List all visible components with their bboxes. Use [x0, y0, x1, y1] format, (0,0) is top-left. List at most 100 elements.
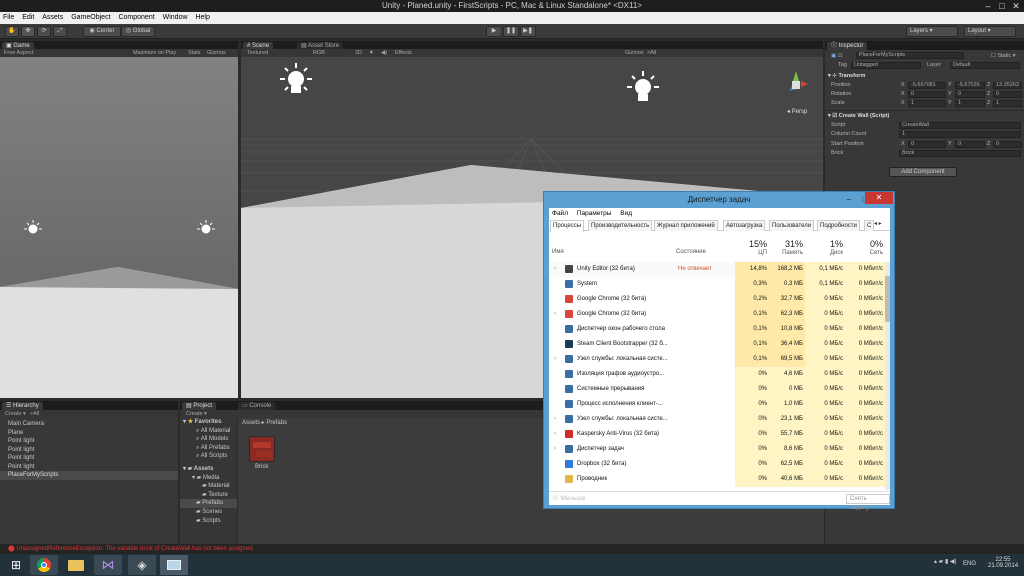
expand-chevron-icon[interactable]: ›: [554, 412, 562, 427]
folder-item[interactable]: ▰ Scenes: [180, 508, 237, 517]
render-mode-dropdown[interactable]: Textured: [247, 49, 268, 57]
maximize-button[interactable]: □: [996, 0, 1008, 12]
stats-toggle[interactable]: Stats: [188, 49, 201, 57]
global-button[interactable]: ◎ Global: [121, 26, 155, 37]
fav-item[interactable]: ⌕ All Prefabs: [180, 444, 237, 453]
expand-chevron-icon[interactable]: [554, 322, 562, 337]
rotation-z-field[interactable]: 0: [993, 91, 1022, 98]
tab-app-history[interactable]: Журнал приложений: [654, 220, 718, 231]
menu-component[interactable]: Component: [115, 12, 157, 24]
hierarchy-create-dropdown[interactable]: Create ▾: [5, 410, 26, 418]
scale-x-field[interactable]: 1: [908, 100, 946, 107]
start-y-field[interactable]: 0: [955, 141, 985, 148]
brick-field[interactable]: Brick: [899, 150, 1021, 157]
menu-help[interactable]: Help: [192, 12, 212, 24]
game-view[interactable]: [0, 57, 238, 398]
expand-chevron-icon[interactable]: [554, 367, 562, 382]
process-row[interactable]: Steam Client Bootstrapper (32 б... 0,1% 36…: [549, 337, 885, 352]
fewer-details-button[interactable]: ⓐ Меньше: [552, 492, 585, 506]
project-create-dropdown[interactable]: Create ▾: [186, 410, 207, 418]
start-z-field[interactable]: 0: [993, 141, 1022, 148]
process-row[interactable]: Процесс исполнения клиент-... 0% 1,0 МБ 0 М…: [549, 397, 885, 412]
expand-chevron-icon[interactable]: ›: [554, 307, 562, 322]
list-item[interactable]: Point light: [8, 437, 44, 446]
clock[interactable]: 22:55 21.09.2014: [988, 557, 1018, 569]
list-item-selected[interactable]: PlaceForMyScripts: [0, 471, 178, 480]
expand-chevron-icon[interactable]: ›: [554, 442, 562, 457]
process-row[interactable]: › Google Chrome (32 бита) 0,1% 62,3 МБ 0 МБ/…: [549, 307, 885, 322]
tm-menu-options[interactable]: Параметры: [577, 210, 612, 217]
tm-menu-file[interactable]: Файл: [552, 210, 568, 217]
lighting-toggle-icon[interactable]: ✷: [369, 49, 374, 57]
process-row[interactable]: Изоляция графов аудиоустро... 0% 4,6 МБ 0 М…: [549, 367, 885, 382]
tm-close-button[interactable]: ✕: [865, 192, 893, 204]
rotate-tool-icon[interactable]: ⟳: [37, 26, 51, 37]
menu-window[interactable]: Window: [160, 12, 191, 24]
fav-item[interactable]: ⌕ All Scripts: [180, 452, 237, 461]
tab-project[interactable]: ▤ Project: [182, 402, 217, 410]
tab-processes[interactable]: Процессы: [550, 220, 585, 232]
tab-scroll-arrows[interactable]: ◂ ▸: [874, 220, 890, 231]
console-status-bar[interactable]: ⬤ UnassignedReferenceException: The vari…: [0, 544, 1024, 554]
tab-console[interactable]: ▭ Console: [238, 402, 276, 410]
close-button[interactable]: ✕: [1010, 0, 1022, 12]
tab-inspector[interactable]: ⓘ Inspector: [827, 42, 868, 50]
expand-chevron-icon[interactable]: [554, 472, 562, 487]
scale-tool-icon[interactable]: ⤢: [53, 26, 67, 37]
maximize-on-play-toggle[interactable]: Maximize on Play: [133, 49, 176, 57]
process-row[interactable]: › Диспетчер задач 0% 8,6 МБ 0 МБ/с 0 Мбит/с: [549, 442, 885, 457]
hand-tool-icon[interactable]: ✋: [5, 26, 19, 37]
process-row[interactable]: Системные прерывания 0% 0 МБ 0 МБ/с 0 Мбит/с: [549, 382, 885, 397]
expand-chevron-icon[interactable]: ›: [554, 262, 562, 277]
hierarchy-search-input[interactable]: ⌕All: [30, 410, 39, 418]
layers-dropdown[interactable]: Layers ▾: [906, 26, 958, 37]
layer-dropdown[interactable]: Default: [950, 62, 1020, 69]
menu-edit[interactable]: Edit: [19, 12, 37, 24]
column-count-field[interactable]: 1: [899, 131, 1021, 138]
active-checkbox[interactable]: ☑: [838, 53, 843, 59]
tab-performance[interactable]: Производительность: [588, 220, 653, 231]
aspect-dropdown[interactable]: Free Aspect: [4, 49, 33, 57]
tm-menu-view[interactable]: Вид: [620, 210, 632, 217]
scene-gizmos-dropdown[interactable]: Gizmos: [625, 49, 644, 57]
col-name-header[interactable]: Имя: [552, 232, 662, 260]
layout-dropdown[interactable]: Layout ▾: [964, 26, 1016, 37]
fav-item[interactable]: ⌕ All Material: [180, 427, 237, 436]
menu-file[interactable]: File: [0, 12, 17, 24]
folder-item[interactable]: ▰ Material: [180, 482, 237, 491]
tab-startup[interactable]: Автозагрузка: [723, 220, 766, 231]
rotation-y-field[interactable]: 0: [955, 91, 985, 98]
move-tool-icon[interactable]: ✥: [21, 26, 35, 37]
menu-gameobject[interactable]: GameObject: [68, 12, 113, 24]
pause-icon[interactable]: ❚❚: [503, 26, 519, 37]
favorites-header[interactable]: ▾ ★ Favorites: [180, 418, 237, 427]
windows-start-icon[interactable]: ⊞: [2, 555, 30, 575]
process-list-scrollbar[interactable]: [885, 262, 890, 490]
expand-chevron-icon[interactable]: [554, 337, 562, 352]
scene-search-input[interactable]: ⌕All: [647, 49, 656, 57]
end-task-button[interactable]: Снять задачу: [846, 494, 890, 511]
position-z-field[interactable]: 13.35263: [993, 82, 1022, 89]
unity-icon[interactable]: ◈: [128, 555, 156, 575]
list-item[interactable]: Main Camera: [8, 420, 44, 429]
list-item[interactable]: Point light: [8, 454, 44, 463]
position-y-field[interactable]: -5.67026: [955, 82, 985, 89]
tray-icons[interactable]: ▴ ▰ ▮ ◀): [934, 558, 957, 565]
persp-label[interactable]: ◂ Persp: [787, 108, 807, 115]
play-icon[interactable]: ▶: [486, 26, 502, 37]
col-network-header[interactable]: 0% Сеть: [845, 232, 885, 260]
expand-chevron-icon[interactable]: [554, 277, 562, 292]
task-manager-icon[interactable]: [160, 555, 188, 575]
process-row[interactable]: Проводник 0% 40,6 МБ 0 МБ/с 0 Мбит/с: [549, 472, 885, 487]
folder-item[interactable]: ▰ Texture: [180, 491, 237, 500]
list-item[interactable]: Point light: [8, 446, 44, 455]
process-row[interactable]: Диспетчер окон рабочего стола 0,1% 10,8 МБ…: [549, 322, 885, 337]
folder-item[interactable]: ▰ Scripts: [180, 517, 237, 526]
step-icon[interactable]: ▶❚: [520, 26, 536, 37]
rgb-dropdown[interactable]: RGB: [313, 49, 325, 57]
tab-services[interactable]: С: [864, 220, 875, 231]
expand-chevron-icon[interactable]: [554, 292, 562, 307]
expand-chevron-icon[interactable]: ›: [554, 352, 562, 367]
process-row[interactable]: › Узел службы: локальная систе... 0% 23,1 М…: [549, 412, 885, 427]
assets-header[interactable]: ▾ ▰ Assets: [180, 465, 237, 474]
